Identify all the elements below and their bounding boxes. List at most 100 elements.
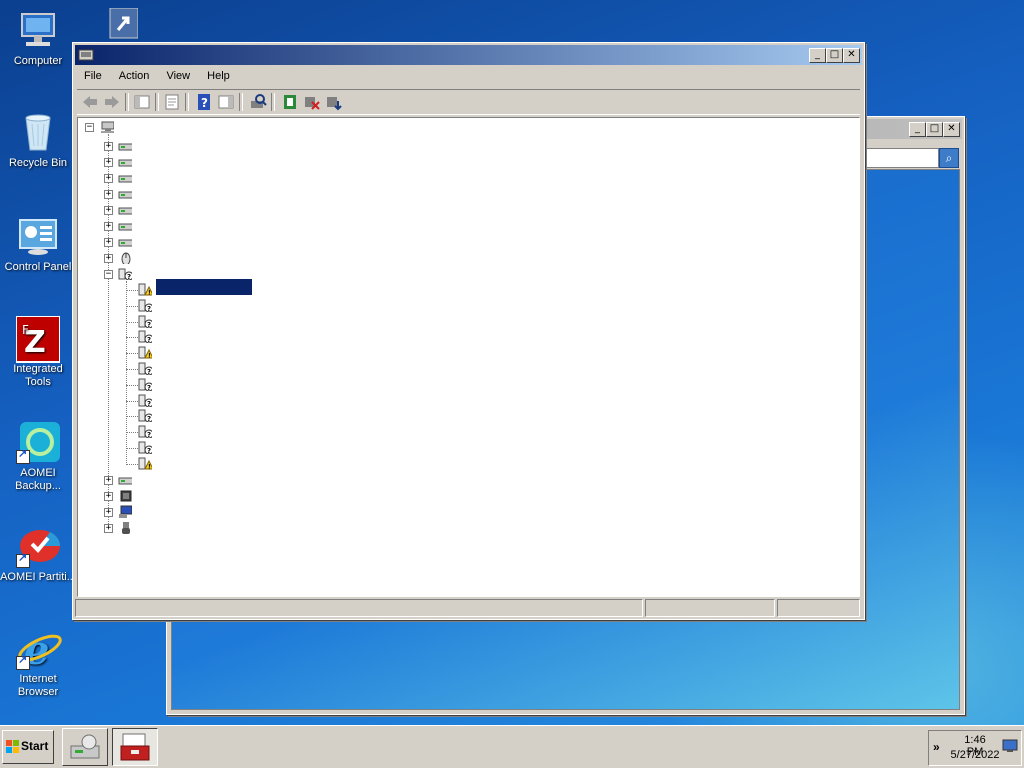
unknown-device-icon[interactable]: ? xyxy=(138,315,152,328)
expand-toggle[interactable]: + xyxy=(104,222,113,231)
back-icon[interactable] xyxy=(81,93,99,111)
desktop-icon-internet-browser[interactable]: e Internet Browser xyxy=(0,626,76,699)
computer-node-icon[interactable] xyxy=(100,120,114,133)
unknown-device-icon[interactable]: ? xyxy=(138,378,152,391)
unknown-device-icon[interactable]: ? xyxy=(138,441,152,454)
device-manager-titlebar[interactable]: _ □ ✕ xyxy=(75,45,862,65)
svg-text:?: ? xyxy=(127,273,131,280)
collapse-toggle[interactable]: − xyxy=(85,123,94,132)
menu-help[interactable]: Help xyxy=(200,67,237,85)
desktop-icon-label: Computer xyxy=(13,55,63,67)
tray-chevron[interactable]: » xyxy=(933,740,940,754)
network-icon[interactable] xyxy=(1002,739,1018,753)
device-category-icon[interactable] xyxy=(118,171,132,184)
update-driver-icon[interactable] xyxy=(281,93,299,111)
close-button[interactable]: ✕ xyxy=(943,122,960,137)
desktop-icon-control-panel[interactable]: Control Panel xyxy=(0,214,76,274)
show-hide-console-tree-icon[interactable] xyxy=(133,93,151,111)
processor-icon[interactable] xyxy=(118,489,132,502)
unknown-device-icon[interactable]: ? xyxy=(138,394,152,407)
uninstall-device-icon[interactable] xyxy=(325,93,343,111)
menu-action[interactable]: Action xyxy=(112,67,157,85)
unknown-device-icon[interactable]: ? xyxy=(138,330,152,344)
maximize-button[interactable]: □ xyxy=(926,122,943,137)
device-warning-icon[interactable]: ! xyxy=(138,346,152,359)
tree-line xyxy=(126,353,138,355)
other-devices-icon[interactable]: ? xyxy=(118,267,132,280)
device-category-icon[interactable] xyxy=(118,473,132,486)
device-category-icon[interactable] xyxy=(118,187,132,200)
toolbar-separator xyxy=(125,93,129,111)
desktop-icon-recycle-bin[interactable]: Recycle Bin xyxy=(0,110,76,170)
expand-toggle[interactable]: + xyxy=(104,524,113,533)
menu-view[interactable]: View xyxy=(159,67,197,85)
device-tree[interactable]: − + + + + + + + + −?!???!??????! + + + + xyxy=(77,117,860,597)
desktop-icon-label: Internet Browser xyxy=(17,673,59,698)
usb-controller-icon[interactable] xyxy=(118,521,132,534)
desktop-icon-integrated-tools[interactable]: ZF Integrated Tools xyxy=(0,315,76,389)
tree-line xyxy=(126,290,138,291)
unknown-device-icon[interactable]: ? xyxy=(138,425,152,439)
toolbar-separator xyxy=(185,93,189,111)
show-hide-action-pane-icon[interactable] xyxy=(217,93,235,111)
expand-toggle[interactable]: + xyxy=(104,254,113,263)
close-button[interactable]: ✕ xyxy=(843,48,860,63)
desktop-icon-computer[interactable]: Computer xyxy=(0,8,76,68)
taskbar-button-drive-tool[interactable] xyxy=(62,728,108,766)
search-icon[interactable]: ⌕ xyxy=(939,148,959,168)
desktop-icon-label: Recycle Bin xyxy=(8,157,68,169)
device-category-icon[interactable] xyxy=(118,139,132,152)
expand-toggle[interactable]: + xyxy=(104,190,113,199)
menu-file[interactable]: File xyxy=(77,67,109,85)
tree-line xyxy=(126,400,138,402)
aomei-partition-icon xyxy=(16,524,61,568)
minimize-button[interactable]: _ xyxy=(909,122,926,137)
device-category-icon[interactable] xyxy=(118,235,132,248)
tree-line xyxy=(126,321,138,323)
device-warning-icon[interactable]: ! xyxy=(138,283,152,296)
expand-toggle[interactable]: + xyxy=(104,174,113,183)
expand-toggle[interactable]: + xyxy=(104,206,113,215)
system-tray: » 1:46 PM 5/27/2022 xyxy=(928,730,1022,766)
forward-icon[interactable] xyxy=(103,93,121,111)
svg-text:F: F xyxy=(22,323,29,337)
scan-hardware-icon[interactable] xyxy=(249,93,267,111)
shortcut-overlay-icon xyxy=(16,552,30,568)
unknown-device-icon[interactable]: ? xyxy=(138,409,152,423)
desktop-icon-aomei-partition[interactable]: AOMEI Partiti... xyxy=(0,524,76,584)
selected-device-item[interactable] xyxy=(156,279,252,295)
device-warning-icon[interactable]: ! xyxy=(138,457,152,470)
device-manager-window[interactable]: _ □ ✕ File Action View Help ? − + + + + + + + + −… xyxy=(72,42,865,620)
device-category-icon[interactable] xyxy=(118,203,132,216)
maximize-button[interactable]: □ xyxy=(826,48,843,63)
tree-line xyxy=(126,384,138,386)
expand-toggle[interactable]: + xyxy=(104,238,113,247)
start-button[interactable]: Start xyxy=(2,730,54,764)
properties-icon[interactable] xyxy=(163,93,181,111)
svg-text:?: ? xyxy=(147,305,151,312)
expand-toggle[interactable]: + xyxy=(104,492,113,501)
expand-toggle[interactable]: + xyxy=(104,158,113,167)
unknown-device-icon[interactable]: ? xyxy=(138,362,152,375)
svg-text:?: ? xyxy=(147,447,151,454)
search-input[interactable] xyxy=(857,148,939,168)
display-icon[interactable] xyxy=(118,505,132,518)
toolbar-separator xyxy=(155,93,159,111)
collapse-toggle[interactable]: − xyxy=(104,270,113,279)
unknown-device-icon[interactable]: ? xyxy=(138,299,152,312)
desktop-icon-aomei-backupper[interactable]: AOMEI Backup... xyxy=(0,420,76,493)
expand-toggle[interactable]: + xyxy=(104,476,113,485)
expand-toggle[interactable]: + xyxy=(104,142,113,151)
toolbox-icon xyxy=(120,733,150,761)
taskbar-button-device-manager[interactable] xyxy=(112,728,158,766)
clock-date[interactable]: 5/27/2022 xyxy=(947,749,1003,761)
device-category-icon[interactable] xyxy=(118,155,132,168)
disable-device-icon[interactable] xyxy=(303,93,321,111)
help-icon[interactable]: ? xyxy=(195,93,213,111)
mouse-category-icon[interactable] xyxy=(118,251,132,264)
expand-toggle[interactable]: + xyxy=(104,508,113,517)
svg-text:?: ? xyxy=(147,336,151,343)
device-category-icon[interactable] xyxy=(118,219,132,232)
status-bar xyxy=(75,597,862,617)
minimize-button[interactable]: _ xyxy=(809,48,826,63)
